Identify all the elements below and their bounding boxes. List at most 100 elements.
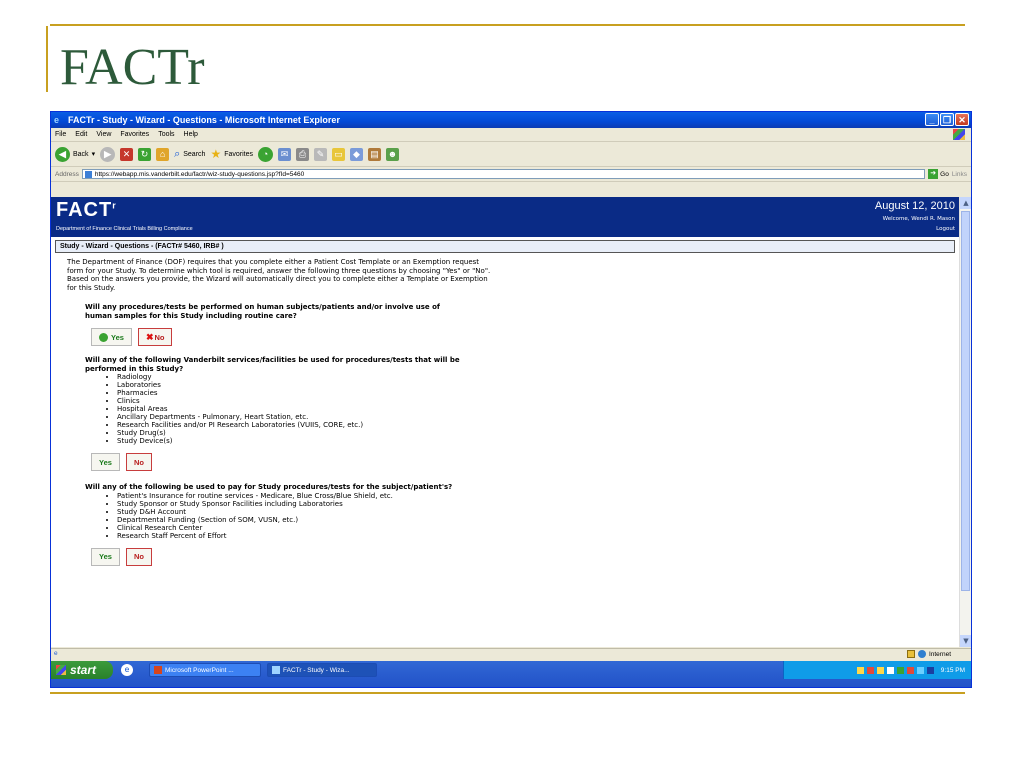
q3-yes-button[interactable]: Yes (91, 547, 120, 566)
q1-yes-label: Yes (111, 332, 124, 342)
print-icon[interactable]: ⎙ (296, 147, 309, 161)
list-item: Clinics (117, 397, 959, 405)
logout-link[interactable]: Logout (936, 226, 955, 232)
scroll-down-icon[interactable]: ▼ (960, 635, 971, 647)
q2-no-button[interactable]: No (125, 453, 152, 471)
q1-no-button[interactable]: ✖ No (137, 328, 173, 346)
browser-toolbar: ◀ Back ▾ ▶ ✕ ↻ ⌂ ⌕ Search ★ Favorites ◔ … (51, 142, 971, 167)
q1-yes-button[interactable]: Yes (91, 328, 132, 346)
tray-icon[interactable] (876, 666, 884, 674)
forward-button[interactable]: ▶ (100, 146, 116, 162)
address-label: Address (55, 170, 79, 178)
favorites-label: Favorites (224, 150, 253, 158)
system-tray: 9:15 PM (783, 661, 971, 679)
messenger-icon[interactable]: ◆ (350, 147, 363, 161)
menu-help[interactable]: Help (184, 131, 198, 138)
search-button[interactable]: ⌕ Search (174, 148, 205, 161)
tray-icon[interactable] (906, 666, 914, 674)
menu-tools[interactable]: Tools (158, 131, 174, 138)
history-icon[interactable]: ◔ (258, 146, 273, 162)
favorites-button[interactable]: ★ Favorites (210, 147, 253, 161)
taskbar-item-factr[interactable]: FACTr - Study - Wiza... (267, 663, 377, 677)
factr-logo: FACTr (56, 199, 117, 222)
x-icon: ✖ (145, 331, 154, 342)
ie-icon: e (54, 115, 60, 125)
stop-icon[interactable]: ✕ (120, 147, 134, 161)
search-icon: ⌕ (174, 147, 181, 160)
menu-favorites[interactable]: Favorites (120, 131, 149, 138)
taskbar-item-powerpoint[interactable]: Microsoft PowerPoint ... (149, 663, 261, 677)
intro-text: The Department of Finance (DOF) requires… (67, 258, 491, 292)
browser-window: e FACTr - Study - Wizard - Questions - M… (50, 111, 972, 688)
back-button[interactable]: ◀ Back ▾ (55, 146, 96, 162)
windows-logo-icon (953, 129, 965, 140)
list-item: Hospital Areas (117, 405, 959, 413)
question-2-list: Radiology Laboratories Pharmacies Clinic… (93, 373, 959, 445)
menu-view[interactable]: View (96, 131, 111, 138)
links-button[interactable]: Links (952, 171, 971, 178)
security-zone: Internet (906, 650, 951, 658)
scroll-up-icon[interactable]: ▲ (960, 197, 971, 209)
maximize-button[interactable]: ❐ (940, 113, 954, 126)
menu-edit[interactable]: Edit (75, 131, 87, 138)
list-item: Patient's Insurance for routine services… (117, 492, 959, 500)
start-label: start (70, 663, 97, 677)
research-icon[interactable]: ▤ (368, 147, 381, 161)
powerpoint-icon (154, 666, 162, 674)
list-item: Pharmacies (117, 389, 959, 397)
list-item: Study Device(s) (117, 437, 959, 445)
q2-yes-button[interactable]: Yes (91, 453, 120, 471)
tray-icon[interactable] (916, 666, 924, 674)
back-arrow-icon: ◀ (55, 146, 70, 162)
list-item: Study D&H Account (117, 508, 959, 516)
tray-icon[interactable] (856, 666, 864, 674)
home-icon[interactable]: ⌂ (156, 147, 170, 161)
page-viewport: FACTr Department of Finance Clinical Tri… (51, 197, 959, 647)
vertical-scrollbar[interactable]: ▲ ▼ (959, 197, 971, 647)
list-item: Ancillary Departments - Pulmonary, Heart… (117, 413, 959, 421)
refresh-icon[interactable]: ↻ (138, 147, 152, 161)
back-label: Back (73, 150, 89, 158)
tray-icon[interactable] (926, 666, 934, 674)
question-3-list: Patient's Insurance for routine services… (93, 492, 959, 540)
welcome-text: Welcome, Wendi R. Mason (882, 216, 955, 222)
q3-no-button[interactable]: No (125, 547, 152, 566)
tray-icon[interactable] (866, 666, 874, 674)
question-3-buttons: Yes No (91, 547, 959, 566)
logo-sup: r (112, 200, 117, 211)
status-bar: e Internet (51, 648, 971, 661)
go-button[interactable]: ➜ Go (928, 169, 949, 179)
folder-icon[interactable]: ▭ (332, 147, 345, 161)
people-icon[interactable]: ☻ (386, 147, 399, 161)
window-controls: _ ❐ ✕ (925, 113, 969, 126)
q1-no-label: No (154, 332, 165, 342)
search-label: Search (183, 150, 206, 158)
breadcrumb: Study - Wizard - Questions - (FACTr# 546… (55, 240, 955, 253)
globe-icon (917, 650, 926, 658)
check-icon (99, 332, 108, 342)
slide-bottom-rule (50, 692, 965, 694)
lock-icon (906, 650, 915, 658)
minimize-button[interactable]: _ (925, 113, 939, 126)
menu-bar: File Edit View Favorites Tools Help (51, 128, 971, 142)
address-bar: Address https://webapp.mis.vanderbilt.ed… (51, 167, 971, 182)
question-3-text: Will any of the following be used to pay… (85, 483, 453, 491)
question-1-text: Will any procedures/tests be performed o… (85, 303, 440, 320)
tray-icon[interactable] (886, 666, 894, 674)
address-input[interactable]: https://webapp.mis.vanderbilt.edu/factr/… (81, 169, 926, 179)
close-button[interactable]: ✕ (955, 113, 969, 126)
slide-left-rule (46, 26, 48, 92)
mail-icon[interactable]: ✉ (278, 147, 291, 161)
scroll-thumb[interactable] (961, 211, 970, 591)
window-titlebar[interactable]: e FACTr - Study - Wizard - Questions - M… (51, 112, 971, 128)
edit-icon[interactable]: ✎ (314, 147, 327, 161)
task-label: Microsoft PowerPoint ... (165, 666, 234, 674)
list-item: Clinical Research Center (117, 524, 959, 532)
slide-title: FACTr (60, 39, 205, 96)
quicklaunch-ie-icon[interactable]: e (121, 664, 133, 676)
start-button[interactable]: start (51, 661, 113, 679)
dropdown-icon: ▾ (91, 151, 96, 158)
menu-file[interactable]: File (55, 131, 66, 138)
question-2-text: Will any of the following Vanderbilt ser… (85, 356, 460, 373)
tray-icon[interactable] (896, 666, 904, 674)
